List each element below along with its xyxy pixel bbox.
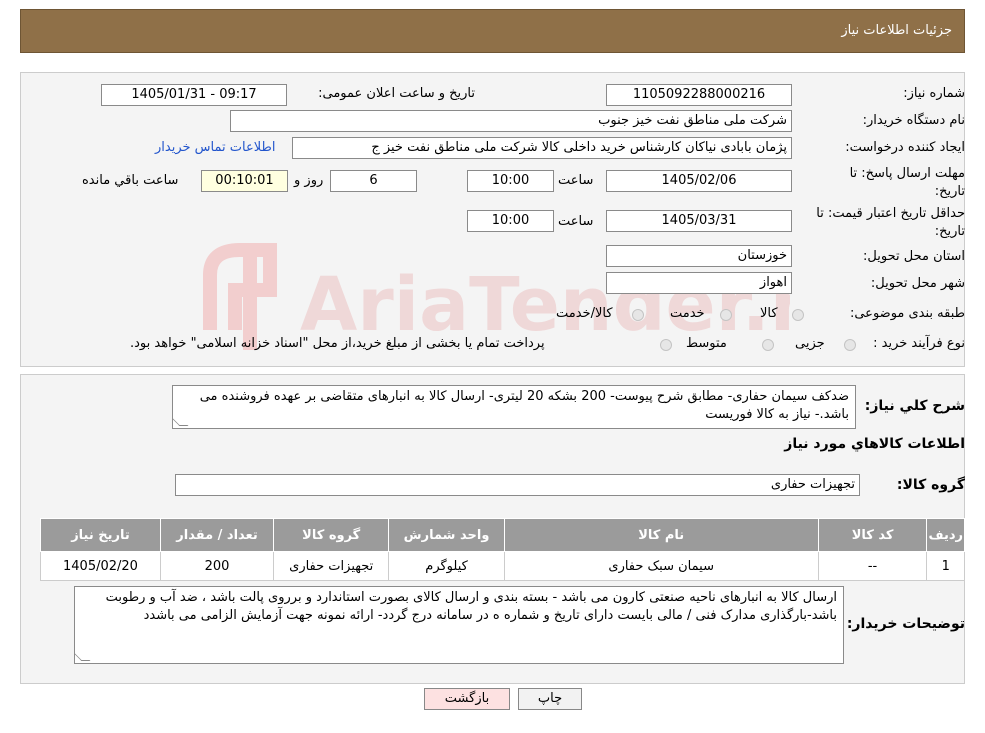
reply-time-field: 10:00 xyxy=(467,170,554,192)
need-number-field: 1105092288000216 xyxy=(606,84,792,106)
purchase-medium-radio[interactable] xyxy=(762,339,774,351)
days-and-label: روز و xyxy=(294,173,324,188)
need-number-label: شماره نیاز: xyxy=(903,86,965,101)
category-goods-label: کالا xyxy=(760,306,778,321)
buyer-org-field: شرکت ملی مناطق نفت خیز جنوب xyxy=(230,110,792,132)
purchase-minor-radio[interactable] xyxy=(844,339,856,351)
validity-date-field: 1405/03/31 xyxy=(606,210,792,232)
col-date-header: تاریخ نیاز xyxy=(40,518,161,552)
table-row: 1 -- سیمان سبک حفاری کیلوگرم تجهیزات حفا… xyxy=(40,551,965,581)
goods-group-cell: تجهیزات حفاری xyxy=(273,551,390,581)
category-service-label: خدمت xyxy=(670,306,705,321)
buyer-notes-label: توضیحات خریدار: xyxy=(846,616,965,632)
col-qty-header: تعداد / مقدار xyxy=(159,518,275,552)
reply-deadline-label-1: مهلت ارسال پاسخ: تا xyxy=(849,166,965,181)
goods-group-label: گروه کالا: xyxy=(896,477,965,493)
category-label: طبقه بندی موضوعی: xyxy=(849,306,965,321)
quantity-cell: 200 xyxy=(159,551,275,581)
buyer-contact-link[interactable]: اطلاعات تماس خریدار xyxy=(155,140,275,155)
category-goods-service-radio[interactable] xyxy=(632,309,644,321)
col-unit-header: واحد شمارش xyxy=(388,518,505,552)
unit-cell: کیلوگرم xyxy=(388,551,505,581)
print-button[interactable]: چاپ xyxy=(518,688,582,710)
delivery-province-label: استان محل تحویل: xyxy=(863,249,965,264)
requester-field: پژمان بابادی نیاکان کارشناس خرید داخلی ک… xyxy=(292,137,792,159)
goods-group-field: تجهیزات حفاری xyxy=(175,474,860,496)
goods-info-heading: اطلاعات کالاهاي مورد نياز xyxy=(784,436,965,452)
goods-name-cell: سیمان سبک حفاری xyxy=(503,551,819,581)
requester-label: ایجاد کننده درخواست: xyxy=(845,140,965,155)
page-header: جزئیات اطلاعات نیاز xyxy=(20,9,965,53)
row-number-cell: 1 xyxy=(926,551,965,581)
validity-time-field: 10:00 xyxy=(467,210,554,232)
need-date-cell: 1405/02/20 xyxy=(40,551,161,581)
general-desc-label: شرح کلي نياز: xyxy=(864,398,965,414)
remaining-time-field: 00:10:01 xyxy=(201,170,288,192)
announce-datetime-label: تاریخ و ساعت اعلان عمومی: xyxy=(318,86,475,101)
category-goods-radio[interactable] xyxy=(792,309,804,321)
purchase-type-label: نوع فرآیند خرید : xyxy=(873,336,965,351)
page-title: جزئیات اطلاعات نیاز xyxy=(841,23,952,38)
announce-datetime-field: 1405/01/31 - 09:17 xyxy=(101,84,287,106)
back-button[interactable]: بازگشت xyxy=(424,688,510,710)
col-row-header: ردیف xyxy=(926,518,965,552)
col-code-header: کد کالا xyxy=(817,518,928,552)
price-validity-label-1: حداقل تاریخ اعتبار قیمت: تا xyxy=(816,206,965,221)
general-desc-textarea[interactable]: ضدکف سیمان حفاری- مطابق شرح پیوست- 200 ب… xyxy=(172,385,856,429)
category-goods-service-label: کالا/خدمت xyxy=(556,306,613,321)
buyer-org-label: نام دستگاه خریدار: xyxy=(862,113,965,128)
purchase-minor-label: جزیی xyxy=(795,336,825,351)
col-group-header: گروه کالا xyxy=(273,518,390,552)
purchase-treasury-checkbox[interactable] xyxy=(660,339,672,351)
reply-days-field: 6 xyxy=(330,170,417,192)
city-field: اهواز xyxy=(606,272,792,294)
purchase-note: پرداخت تمام یا بخشی از مبلغ خرید،از محل … xyxy=(130,336,545,351)
validity-time-label: ساعت xyxy=(558,214,594,229)
buyer-notes-textarea[interactable]: ارسال کالا به انبارهای ناحیه صنعتی کارون… xyxy=(74,586,844,664)
price-validity-label-2: تاریخ: xyxy=(934,224,965,239)
province-field: خوزستان xyxy=(606,245,792,267)
category-service-radio[interactable] xyxy=(720,309,732,321)
general-desc-text: ضدکف سیمان حفاری- مطابق شرح پیوست- 200 ب… xyxy=(199,389,849,422)
goods-table: ردیف کد کالا نام کالا واحد شمارش گروه کا… xyxy=(40,518,965,581)
resize-handle-icon[interactable] xyxy=(75,652,91,661)
purchase-medium-label: متوسط xyxy=(686,336,727,351)
reply-deadline-label-2: تاریخ: xyxy=(934,184,965,199)
reply-date-field: 1405/02/06 xyxy=(606,170,792,192)
goods-code-cell: -- xyxy=(817,551,928,581)
remaining-label: ساعت باقي مانده xyxy=(82,173,179,188)
reply-time-label: ساعت xyxy=(558,173,594,188)
col-name-header: نام کالا xyxy=(503,518,819,552)
resize-handle-icon[interactable] xyxy=(173,417,189,426)
buyer-notes-text: ارسال کالا به انبارهای ناحیه صنعتی کارون… xyxy=(105,590,837,623)
goods-table-header: ردیف کد کالا نام کالا واحد شمارش گروه کا… xyxy=(40,518,965,552)
delivery-city-label: شهر محل تحویل: xyxy=(870,276,965,291)
